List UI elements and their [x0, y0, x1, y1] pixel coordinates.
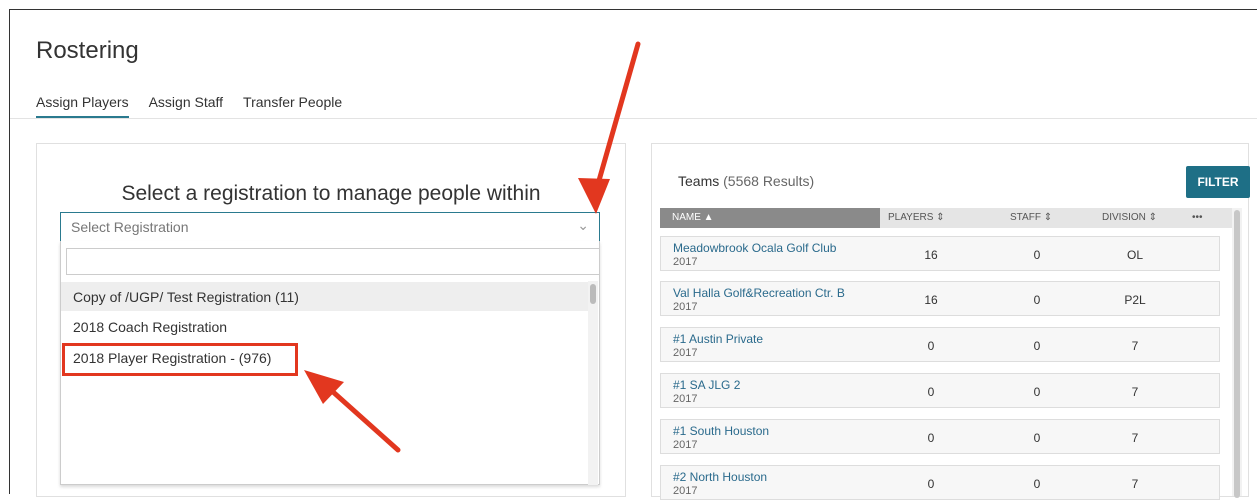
annotation-arrows: [304, 41, 641, 453]
arrow-to-option: [304, 370, 401, 453]
arrow-to-dropdown: [578, 41, 641, 214]
app-window: Rostering Assign Players Assign Staff Tr…: [9, 9, 1257, 500]
